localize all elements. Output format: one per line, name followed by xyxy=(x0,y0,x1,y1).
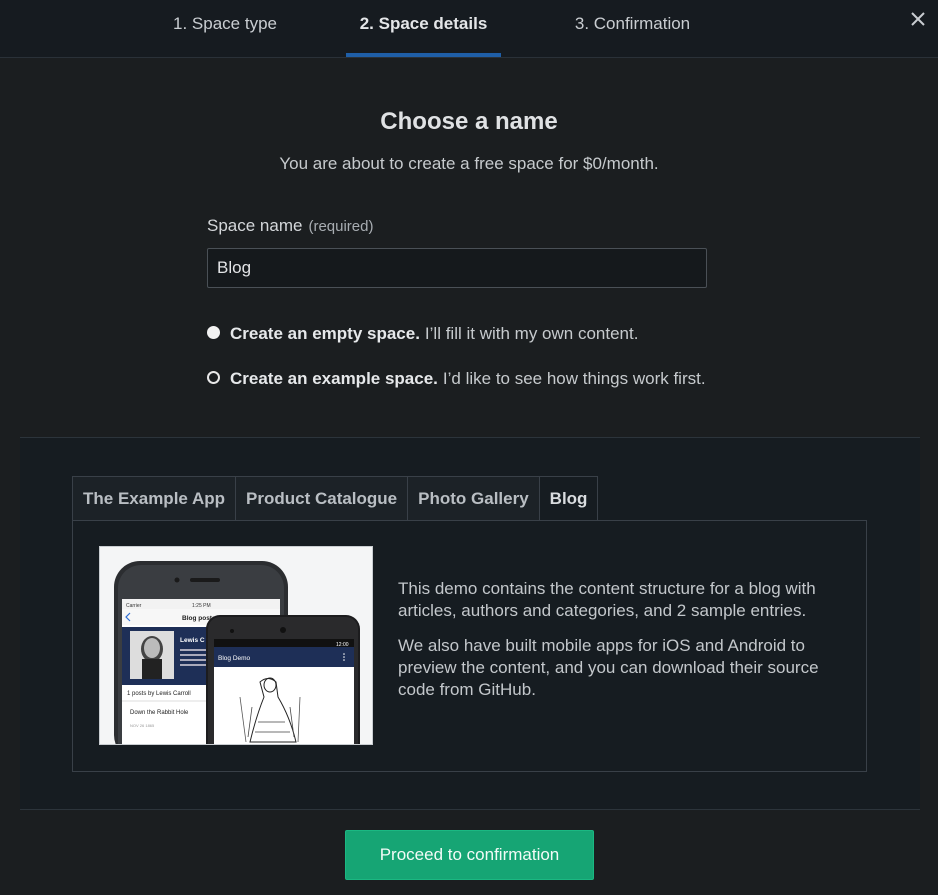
page-subtitle: You are about to create a free space for… xyxy=(279,154,659,173)
close-icon[interactable] xyxy=(908,10,928,30)
blog-app-preview-image: Carrier 1:25 PM Blog posts Lewis C 1 pos… xyxy=(99,546,373,745)
tab-example-app[interactable]: The Example App xyxy=(72,476,236,522)
example-tabs: The Example App Product Catalogue Photo … xyxy=(72,476,599,522)
option-example-space-title: Create an example space. xyxy=(230,369,438,388)
step-space-type[interactable]: 1. Space type xyxy=(160,0,290,57)
space-name-input[interactable] xyxy=(207,248,707,288)
step-confirmation[interactable]: 3. Confirmation xyxy=(560,0,705,57)
preview-post-title: Down the Rabbit Hole xyxy=(130,710,189,716)
space-name-label: Space name (required) xyxy=(207,216,373,236)
example-space-panel: The Example App Product Catalogue Photo … xyxy=(20,437,920,810)
description-paragraph-2: We also have built mobile apps for iOS a… xyxy=(398,636,819,699)
preview-post-date: NOV 26 1865 xyxy=(130,723,155,728)
step-space-details[interactable]: 2. Space details xyxy=(346,0,501,57)
option-empty-space-title: Create an empty space. xyxy=(230,324,420,343)
android-title: Blog Demo xyxy=(218,655,251,662)
blog-description: This demo contains the content structure… xyxy=(398,578,843,714)
proceed-to-confirmation-button[interactable]: Proceed to confirmation xyxy=(345,830,594,880)
tab-blog[interactable]: Blog xyxy=(538,476,599,522)
radio-empty-space[interactable] xyxy=(207,325,220,339)
active-step-indicator xyxy=(346,53,501,57)
tab-photo-gallery[interactable]: Photo Gallery xyxy=(407,476,539,522)
option-example-space-desc: I’d like to see how things work first. xyxy=(442,369,706,388)
preview-author: Lewis C xyxy=(180,637,205,644)
space-name-label-text: Space name xyxy=(207,216,303,235)
option-example-space[interactable]: Create an example space. I’d like to see… xyxy=(207,369,706,389)
required-hint: (required) xyxy=(308,218,374,235)
stepper-bar: 1. Space type 2. Space details 3. Confir… xyxy=(0,0,938,58)
option-empty-space[interactable]: Create an empty space. I’ll fill it with… xyxy=(207,324,638,344)
preview-posts-by: 1 posts by Lewis Carroll xyxy=(127,691,191,697)
tab-content-blog: Carrier 1:25 PM Blog posts Lewis C 1 pos… xyxy=(72,520,867,772)
description-paragraph-1: This demo contains the content structure… xyxy=(398,579,816,620)
ios-time: 1:25 PM xyxy=(192,603,211,609)
page-title: Choose a name xyxy=(380,108,558,135)
option-empty-space-desc: I’ll fill it with my own content. xyxy=(424,324,639,343)
tab-product-catalogue[interactable]: Product Catalogue xyxy=(235,476,408,522)
ios-carrier: Carrier xyxy=(126,603,142,609)
radio-example-space[interactable] xyxy=(207,370,220,384)
